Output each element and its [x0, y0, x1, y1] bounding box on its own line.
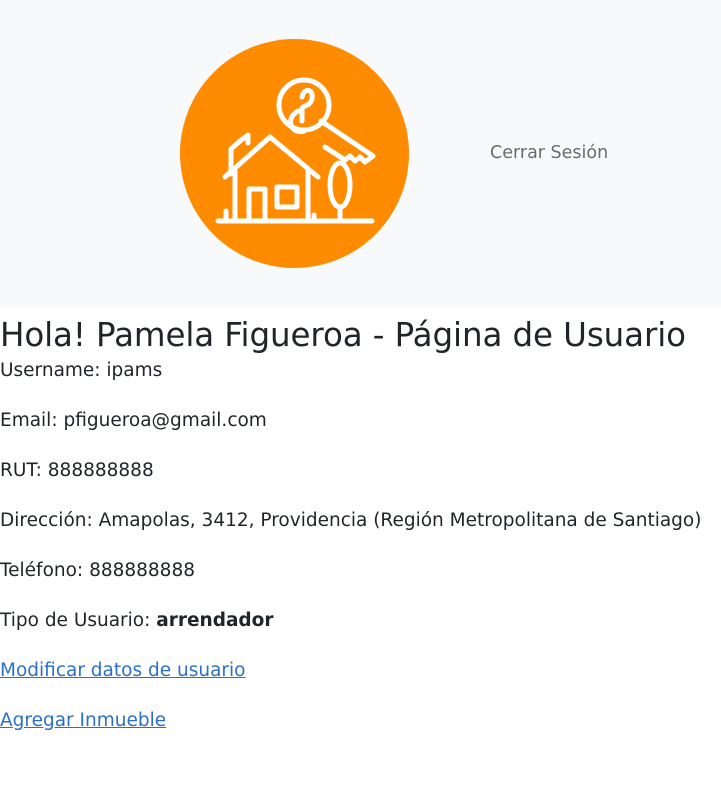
phone-value: 888888888 — [89, 560, 195, 581]
email-label: Email: — [0, 410, 64, 431]
add-property-link[interactable]: Agregar Inmueble — [0, 710, 166, 731]
edit-user-link[interactable]: Modificar datos de usuario — [0, 660, 245, 681]
email-row: Email: pfigueroa@gmail.com — [0, 409, 721, 433]
address-value: Amapolas, 3412, Providencia (Región Metr… — [98, 510, 702, 531]
address-label: Dirección: — [0, 510, 99, 531]
address-row: Dirección: Amapolas, 3412, Providencia (… — [0, 509, 721, 533]
rut-row: RUT: 888888888 — [0, 459, 721, 483]
user-type-value: arrendador — [156, 610, 274, 631]
add-property-row: Agregar Inmueble — [0, 709, 721, 733]
username-label: Username: — [0, 360, 107, 381]
house-key-icon[interactable] — [180, 39, 409, 268]
navbar: Cerrar Sesión — [0, 0, 721, 308]
user-page: Hola! Pamela Figueroa - Página de Usuari… — [0, 308, 721, 733]
user-type-row: Tipo de Usuario: arrendador — [0, 609, 721, 633]
user-info: Username: ipams Email: pfigueroa@gmail.c… — [0, 359, 721, 733]
page-title: Hola! Pamela Figueroa - Página de Usuari… — [0, 316, 686, 354]
phone-row: Teléfono: 888888888 — [0, 559, 721, 583]
email-value: pfigueroa@gmail.com — [63, 410, 267, 431]
username-row: Username: ipams — [0, 359, 721, 383]
edit-user-row: Modificar datos de usuario — [0, 659, 721, 683]
phone-label: Teléfono: — [0, 560, 90, 581]
rut-value: 888888888 — [47, 460, 154, 481]
logout-link[interactable]: Cerrar Sesión — [490, 143, 608, 163]
username-value: ipams — [106, 360, 163, 381]
rut-label: RUT: — [0, 460, 48, 481]
user-type-label: Tipo de Usuario: — [0, 610, 157, 631]
